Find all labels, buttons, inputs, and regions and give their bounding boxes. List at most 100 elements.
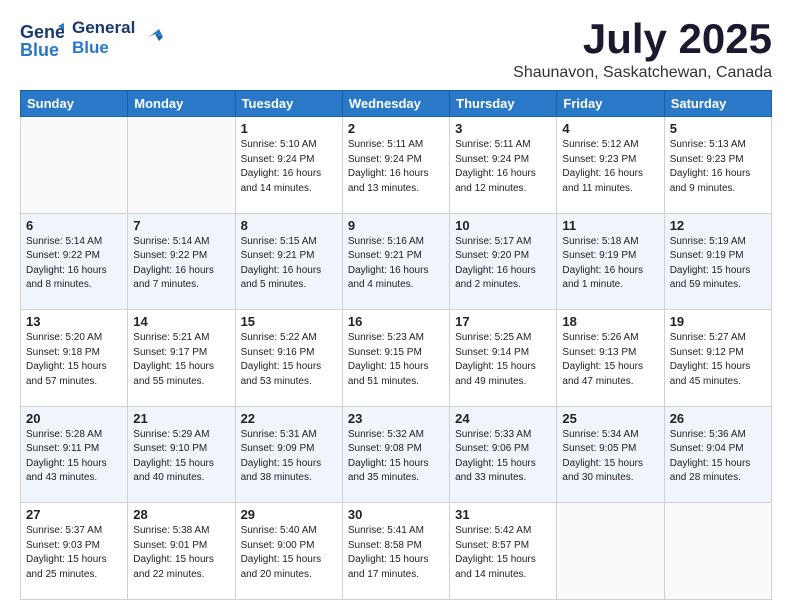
- day-info: Sunrise: 5:22 AM Sunset: 9:16 PM Dayligh…: [241, 331, 337, 389]
- day-number: 17: [455, 314, 551, 329]
- day-info: Sunrise: 5:11 AM Sunset: 9:24 PM Dayligh…: [348, 138, 444, 196]
- day-info: Sunrise: 5:14 AM Sunset: 9:22 PM Dayligh…: [133, 235, 229, 293]
- day-info: Sunrise: 5:16 AM Sunset: 9:21 PM Dayligh…: [348, 235, 444, 293]
- day-info: Sunrise: 5:14 AM Sunset: 9:22 PM Dayligh…: [26, 235, 122, 293]
- day-info: Sunrise: 5:23 AM Sunset: 9:15 PM Dayligh…: [348, 331, 444, 389]
- title-block: July 2025 Shaunavon, Saskatchewan, Canad…: [513, 16, 772, 82]
- calendar-cell: 29Sunrise: 5:40 AM Sunset: 9:00 PM Dayli…: [235, 503, 342, 600]
- calendar-cell: 22 Sunrise: 5:31 AM Sunset: 9:09 PM Dayli…: [235, 406, 342, 503]
- calendar-cell: 12 Sunrise: 5:19 AM Sunset: 9:19 PM Dayli…: [664, 213, 771, 310]
- day-number: 3: [455, 121, 551, 136]
- day-info: Sunrise: 5:31 AM Sunset: 9:09 PM Dayligh…: [241, 428, 337, 486]
- day-info: Sunrise: 5:20 AM Sunset: 9:18 PM Dayligh…: [26, 331, 122, 389]
- day-number: 8: [241, 218, 337, 233]
- month-title: July 2025: [513, 16, 772, 62]
- day-number: 16: [348, 314, 444, 329]
- day-number: 25: [562, 411, 658, 426]
- day-number: 22: [241, 411, 337, 426]
- calendar-cell: 20 Sunrise: 5:28 AM Sunset: 9:11 PM Dayli…: [21, 406, 128, 503]
- calendar-cell: 4Sunrise: 5:12 AM Sunset: 9:23 PM Daylig…: [557, 117, 664, 214]
- logo-bird-icon: [141, 23, 163, 45]
- day-info: Sunrise: 5:13 AM Sunset: 9:23 PM Dayligh…: [670, 138, 766, 196]
- calendar-cell: 24 Sunrise: 5:33 AM Sunset: 9:06 PM Dayli…: [450, 406, 557, 503]
- calendar-cell: 3 Sunrise: 5:11 AM Sunset: 9:24 PM Daylig…: [450, 117, 557, 214]
- day-info: Sunrise: 5:33 AM Sunset: 9:06 PM Dayligh…: [455, 428, 551, 486]
- calendar-cell: 21Sunrise: 5:29 AM Sunset: 9:10 PM Dayli…: [128, 406, 235, 503]
- calendar-week-row: 6 Sunrise: 5:14 AM Sunset: 9:22 PM Daylig…: [21, 213, 772, 310]
- calendar-week-row: 1 Sunrise: 5:10 AM Sunset: 9:24 PM Daylig…: [21, 117, 772, 214]
- day-number: 31: [455, 507, 551, 522]
- calendar-cell: 8 Sunrise: 5:15 AM Sunset: 9:21 PM Daylig…: [235, 213, 342, 310]
- day-info: Sunrise: 5:37 AM Sunset: 9:03 PM Dayligh…: [26, 524, 122, 582]
- logo: General Blue General Blue: [20, 16, 163, 60]
- day-info: Sunrise: 5:18 AM Sunset: 9:19 PM Dayligh…: [562, 235, 658, 293]
- day-info: Sunrise: 5:10 AM Sunset: 9:24 PM Dayligh…: [241, 138, 337, 196]
- day-number: 24: [455, 411, 551, 426]
- calendar-cell: 15 Sunrise: 5:22 AM Sunset: 9:16 PM Dayli…: [235, 310, 342, 407]
- day-info: Sunrise: 5:28 AM Sunset: 9:11 PM Dayligh…: [26, 428, 122, 486]
- day-info: Sunrise: 5:32 AM Sunset: 9:08 PM Dayligh…: [348, 428, 444, 486]
- calendar-cell: 25Sunrise: 5:34 AM Sunset: 9:05 PM Dayli…: [557, 406, 664, 503]
- day-info: Sunrise: 5:36 AM Sunset: 9:04 PM Dayligh…: [670, 428, 766, 486]
- calendar-cell: 18Sunrise: 5:26 AM Sunset: 9:13 PM Dayli…: [557, 310, 664, 407]
- calendar-cell: 14Sunrise: 5:21 AM Sunset: 9:17 PM Dayli…: [128, 310, 235, 407]
- calendar-cell: 11 Sunrise: 5:18 AM Sunset: 9:19 PM Dayli…: [557, 213, 664, 310]
- day-info: Sunrise: 5:15 AM Sunset: 9:21 PM Dayligh…: [241, 235, 337, 293]
- calendar-cell: 31Sunrise: 5:42 AM Sunset: 8:57 PM Dayli…: [450, 503, 557, 600]
- calendar-cell: 1 Sunrise: 5:10 AM Sunset: 9:24 PM Daylig…: [235, 117, 342, 214]
- day-number: 15: [241, 314, 337, 329]
- calendar-cell: 17Sunrise: 5:25 AM Sunset: 9:14 PM Dayli…: [450, 310, 557, 407]
- day-number: 23: [348, 411, 444, 426]
- calendar-cell: [128, 117, 235, 214]
- calendar-cell: [664, 503, 771, 600]
- col-thursday: Thursday: [450, 91, 557, 117]
- calendar-cell: 13Sunrise: 5:20 AM Sunset: 9:18 PM Dayli…: [21, 310, 128, 407]
- col-sunday: Sunday: [21, 91, 128, 117]
- svg-text:General: General: [20, 22, 64, 42]
- calendar-cell: 9 Sunrise: 5:16 AM Sunset: 9:21 PM Daylig…: [342, 213, 449, 310]
- logo-general: General: [72, 18, 135, 38]
- day-info: Sunrise: 5:29 AM Sunset: 9:10 PM Dayligh…: [133, 428, 229, 486]
- calendar-cell: 10 Sunrise: 5:17 AM Sunset: 9:20 PM Dayli…: [450, 213, 557, 310]
- col-saturday: Saturday: [664, 91, 771, 117]
- page: General Blue General Blue July 2025 Shau…: [0, 0, 792, 612]
- day-number: 18: [562, 314, 658, 329]
- day-number: 1: [241, 121, 337, 136]
- calendar-cell: 2 Sunrise: 5:11 AM Sunset: 9:24 PM Daylig…: [342, 117, 449, 214]
- logo-blue: Blue: [72, 38, 135, 58]
- calendar-cell: 19Sunrise: 5:27 AM Sunset: 9:12 PM Dayli…: [664, 310, 771, 407]
- day-number: 5: [670, 121, 766, 136]
- day-number: 6: [26, 218, 122, 233]
- day-info: Sunrise: 5:19 AM Sunset: 9:19 PM Dayligh…: [670, 235, 766, 293]
- day-info: Sunrise: 5:27 AM Sunset: 9:12 PM Dayligh…: [670, 331, 766, 389]
- calendar-cell: 26 Sunrise: 5:36 AM Sunset: 9:04 PM Dayli…: [664, 406, 771, 503]
- calendar-cell: 6 Sunrise: 5:14 AM Sunset: 9:22 PM Daylig…: [21, 213, 128, 310]
- calendar-cell: 16 Sunrise: 5:23 AM Sunset: 9:15 PM Dayli…: [342, 310, 449, 407]
- day-info: Sunrise: 5:11 AM Sunset: 9:24 PM Dayligh…: [455, 138, 551, 196]
- calendar-cell: 23 Sunrise: 5:32 AM Sunset: 9:08 PM Dayli…: [342, 406, 449, 503]
- day-number: 11: [562, 218, 658, 233]
- day-number: 26: [670, 411, 766, 426]
- calendar-week-row: 20 Sunrise: 5:28 AM Sunset: 9:11 PM Dayli…: [21, 406, 772, 503]
- day-info: Sunrise: 5:40 AM Sunset: 9:00 PM Dayligh…: [241, 524, 337, 582]
- header: General Blue General Blue July 2025 Shau…: [20, 16, 772, 82]
- day-info: Sunrise: 5:21 AM Sunset: 9:17 PM Dayligh…: [133, 331, 229, 389]
- day-number: 2: [348, 121, 444, 136]
- day-info: Sunrise: 5:38 AM Sunset: 9:01 PM Dayligh…: [133, 524, 229, 582]
- calendar-cell: 30Sunrise: 5:41 AM Sunset: 8:58 PM Dayli…: [342, 503, 449, 600]
- calendar-week-row: 27Sunrise: 5:37 AM Sunset: 9:03 PM Dayli…: [21, 503, 772, 600]
- day-number: 9: [348, 218, 444, 233]
- day-number: 10: [455, 218, 551, 233]
- day-number: 12: [670, 218, 766, 233]
- day-number: 20: [26, 411, 122, 426]
- col-tuesday: Tuesday: [235, 91, 342, 117]
- day-info: Sunrise: 5:17 AM Sunset: 9:20 PM Dayligh…: [455, 235, 551, 293]
- day-number: 4: [562, 121, 658, 136]
- day-number: 7: [133, 218, 229, 233]
- day-info: Sunrise: 5:41 AM Sunset: 8:58 PM Dayligh…: [348, 524, 444, 582]
- logo-icon: General Blue: [20, 16, 64, 60]
- calendar-table: Sunday Monday Tuesday Wednesday Thursday…: [20, 90, 772, 600]
- calendar-cell: 5 Sunrise: 5:13 AM Sunset: 9:23 PM Daylig…: [664, 117, 771, 214]
- calendar-cell: [557, 503, 664, 600]
- calendar-cell: 27Sunrise: 5:37 AM Sunset: 9:03 PM Dayli…: [21, 503, 128, 600]
